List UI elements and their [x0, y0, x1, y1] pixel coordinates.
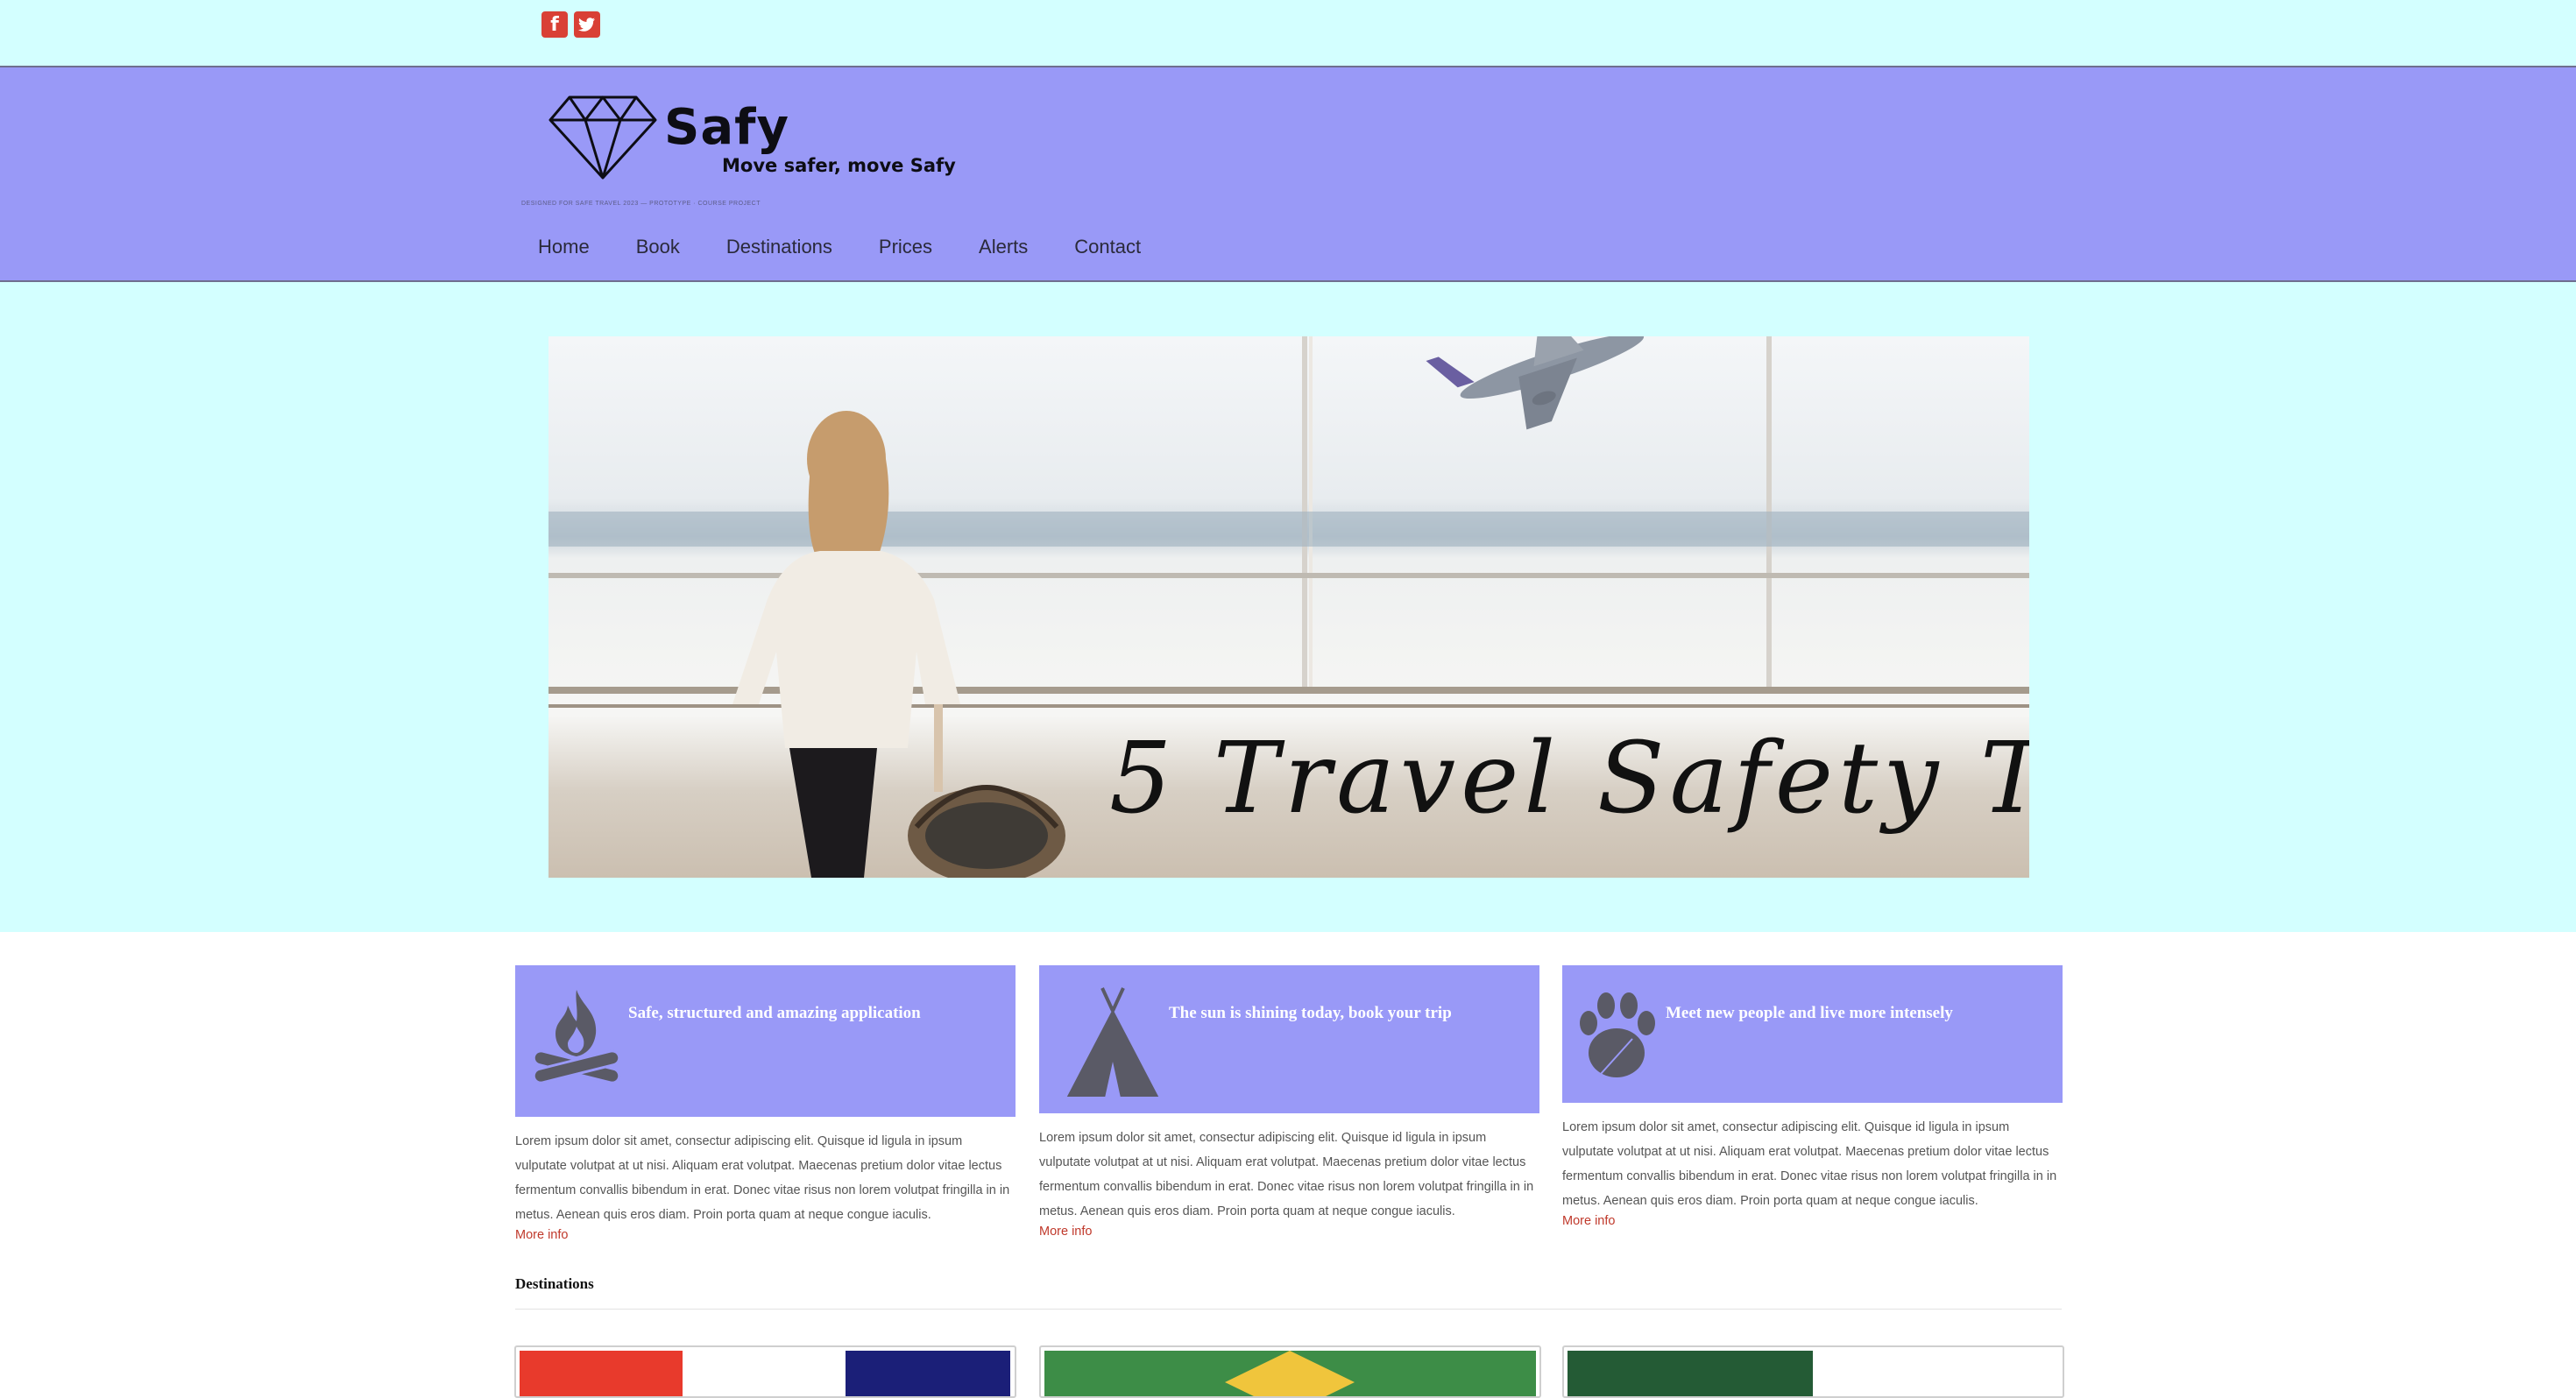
destinations-heading: Destinations: [515, 1275, 594, 1292]
nav-destinations[interactable]: Destinations: [726, 236, 832, 258]
twitter-icon[interactable]: [574, 11, 600, 38]
nav-contact[interactable]: Contact: [1074, 236, 1141, 258]
feature-header-1: Safe, structured and amazing application: [515, 965, 1016, 1117]
destination-card-1[interactable]: [514, 1345, 1016, 1398]
brand-name[interactable]: Safy: [664, 99, 789, 156]
feature-card-2: The sun is shining today, book your trip…: [1039, 965, 1539, 1239]
flag-image-1: [520, 1351, 1010, 1396]
more-info-link-1[interactable]: More info: [515, 1228, 568, 1242]
nav-prices[interactable]: Prices: [879, 236, 932, 258]
nav-alerts[interactable]: Alerts: [979, 236, 1028, 258]
feature-header-3: Meet new people and live more intensely: [1562, 965, 2063, 1103]
feature-text-1: Lorem ipsum dolor sit amet, consectur ad…: [515, 1134, 1010, 1222]
more-info-link-2[interactable]: More info: [1039, 1225, 1092, 1239]
divider: [515, 1309, 2062, 1310]
facebook-icon[interactable]: f: [541, 11, 568, 38]
nav-book[interactable]: Book: [636, 236, 680, 258]
hero-caption: 5 Travel Safety Tips: [1109, 722, 2029, 836]
feature-header-2: The sun is shining today, book your trip: [1039, 965, 1539, 1113]
paw-icon: [1580, 992, 1655, 1077]
site-header: Safy Move safer, move Safy DESIGNED FOR …: [0, 67, 2576, 282]
tent-icon: [1066, 987, 1159, 1097]
main-nav: Home Book Destinations Prices Alerts Con…: [538, 236, 1187, 258]
destination-card-3[interactable]: [1562, 1345, 2064, 1398]
feature-text-3: Lorem ipsum dolor sit amet, consectur ad…: [1562, 1120, 2057, 1208]
flag-image-2: [1044, 1351, 1536, 1396]
feature-text-2: Lorem ipsum dolor sit amet, consectur ad…: [1039, 1131, 1534, 1218]
feature-title-1: Safe, structured and amazing application: [628, 1004, 921, 1022]
more-info-link-3[interactable]: More info: [1562, 1214, 1615, 1228]
top-bar: f: [0, 0, 2576, 67]
feature-card-1: Safe, structured and amazing application…: [515, 965, 1016, 1243]
feature-card-3: Meet new people and live more intensely …: [1562, 965, 2063, 1229]
flag-image-3: [1568, 1351, 2058, 1396]
diamond-icon: [548, 95, 657, 180]
feature-title-3: Meet new people and live more intensely: [1666, 1004, 1953, 1022]
brand-tagline: Move safer, move Safy: [722, 155, 956, 176]
destination-card-2[interactable]: [1039, 1345, 1541, 1398]
nav-home[interactable]: Home: [538, 236, 590, 258]
campfire-icon: [532, 990, 621, 1084]
fine-print: DESIGNED FOR SAFE TRAVEL 2023 — PROTOTYP…: [521, 201, 761, 207]
hero-section: 5 Travel Safety Tips: [0, 282, 2576, 932]
feature-title-2: The sun is shining today, book your trip: [1169, 1004, 1452, 1022]
hero-banner: 5 Travel Safety Tips: [548, 336, 2029, 878]
